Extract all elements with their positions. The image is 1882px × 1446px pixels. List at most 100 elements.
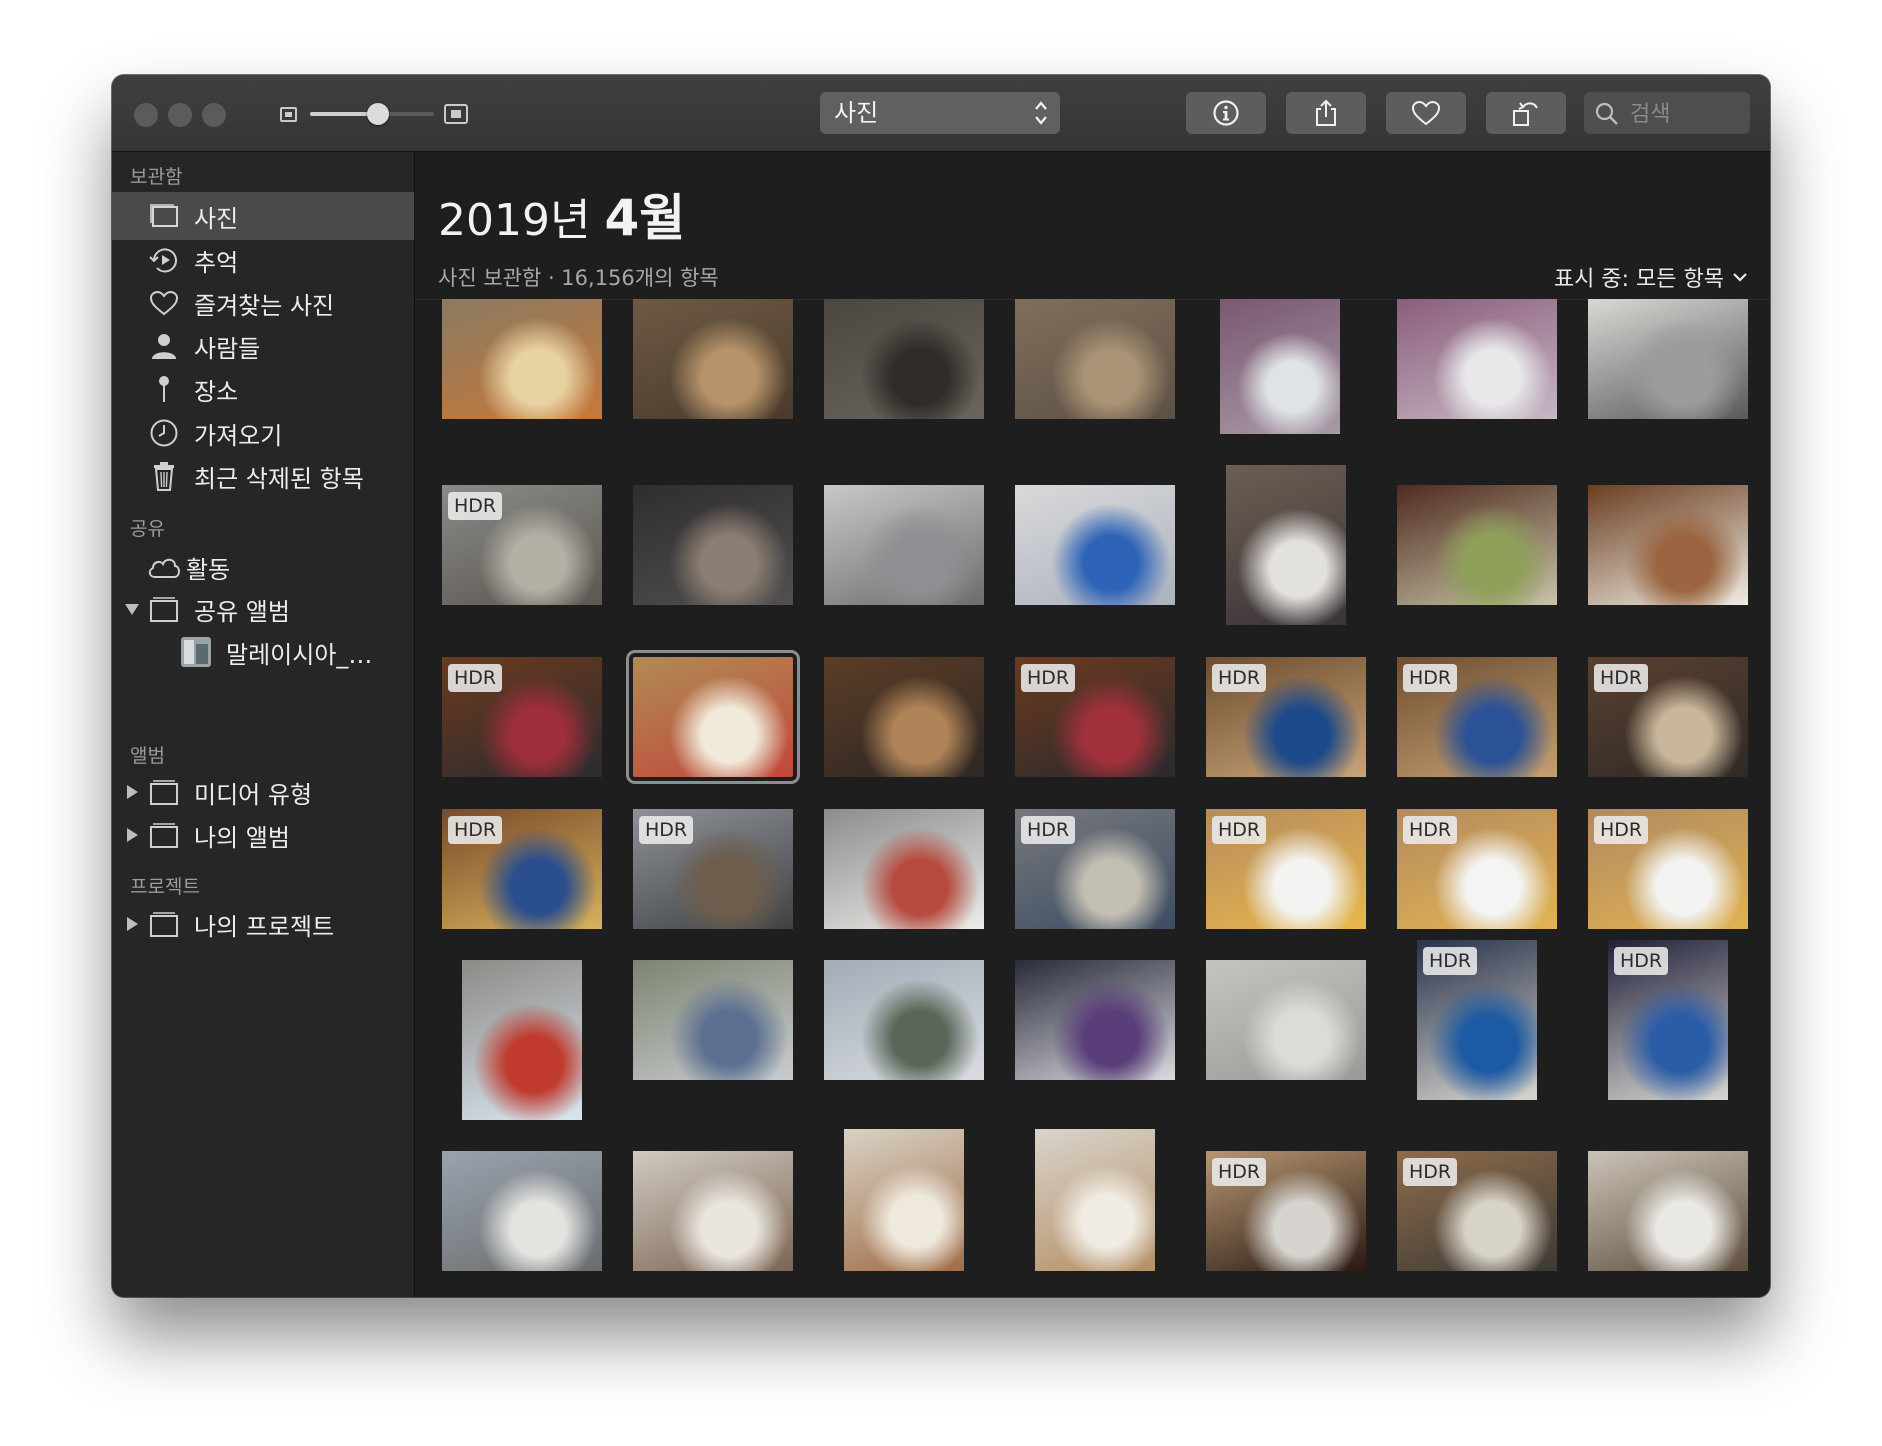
photo-thumbnail[interactable]: HDR bbox=[633, 809, 793, 929]
photo-thumbnail[interactable]: HDR bbox=[442, 809, 602, 929]
photo-thumbnail[interactable]: HDR bbox=[442, 485, 602, 605]
info-icon bbox=[1213, 100, 1239, 126]
photo-thumbnail[interactable] bbox=[1588, 299, 1748, 419]
trash-icon bbox=[146, 458, 182, 494]
rotate-icon bbox=[1513, 102, 1538, 126]
photo-thumbnail[interactable] bbox=[626, 650, 800, 784]
photo-thumbnail[interactable] bbox=[1015, 960, 1175, 1080]
zoom-in-icon[interactable] bbox=[444, 104, 468, 124]
photo-thumbnail[interactable] bbox=[633, 1151, 793, 1271]
sidebar-item-activity[interactable]: 활동 bbox=[112, 543, 414, 591]
info-button[interactable] bbox=[1186, 92, 1266, 134]
disclosure-expanded-icon[interactable] bbox=[122, 599, 142, 619]
photo-thumbnail[interactable]: HDR bbox=[1417, 940, 1537, 1100]
photo-thumbnail[interactable]: HDR bbox=[1397, 1151, 1557, 1271]
hdr-badge: HDR bbox=[1594, 664, 1649, 692]
photo-thumbnail[interactable]: HDR bbox=[1015, 809, 1175, 929]
showing-filter[interactable]: 표시 중: 모든 항목 bbox=[1554, 261, 1748, 293]
sidebar-item-my-projects[interactable]: 나의 프로젝트 bbox=[112, 900, 414, 948]
hdr-badge: HDR bbox=[1021, 664, 1076, 692]
photo-thumbnail[interactable] bbox=[1226, 465, 1346, 625]
sidebar-item-media-types[interactable]: 미디어 유형 bbox=[112, 768, 414, 816]
photo-thumbnail[interactable] bbox=[633, 485, 793, 605]
share-button[interactable] bbox=[1286, 92, 1366, 134]
sidebar-item-shared-albums[interactable]: 공유 앨범 bbox=[112, 585, 414, 633]
photo-thumbnail[interactable] bbox=[1397, 485, 1557, 605]
search-icon bbox=[1595, 102, 1618, 125]
sidebar-item-people[interactable]: 사람들 bbox=[112, 322, 414, 370]
hdr-badge: HDR bbox=[1212, 816, 1267, 844]
view-select[interactable]: 사진 bbox=[820, 92, 1060, 134]
search-input[interactable] bbox=[1628, 92, 1744, 136]
photo-thumbnail[interactable] bbox=[1015, 485, 1175, 605]
disclosure-collapsed-icon[interactable] bbox=[122, 914, 142, 934]
photo-thumbnail[interactable]: HDR bbox=[1588, 809, 1748, 929]
sidebar-item-favorites[interactable]: 즐겨찾는 사진 bbox=[112, 279, 414, 327]
disclosure-collapsed-icon[interactable] bbox=[122, 782, 142, 802]
hdr-badge: HDR bbox=[1423, 947, 1478, 975]
title-month: 4월 bbox=[604, 189, 686, 247]
photo-thumbnail[interactable] bbox=[1015, 299, 1175, 419]
photo-thumbnail[interactable]: HDR bbox=[1397, 657, 1557, 777]
photo-thumbnail[interactable] bbox=[462, 960, 582, 1120]
section-header-shared: 공유 bbox=[130, 518, 165, 540]
photo-thumbnail[interactable] bbox=[824, 485, 984, 605]
hdr-badge: HDR bbox=[448, 492, 503, 520]
photo-thumbnail[interactable] bbox=[1206, 960, 1366, 1080]
photo-thumbnail[interactable]: HDR bbox=[1206, 809, 1366, 929]
photo-thumbnail[interactable] bbox=[1397, 299, 1557, 419]
rotate-button[interactable] bbox=[1486, 92, 1566, 134]
photo-thumbnail[interactable] bbox=[633, 299, 793, 419]
photo-thumbnail[interactable] bbox=[844, 1129, 964, 1271]
sidebar-item-places[interactable]: 장소 bbox=[112, 365, 414, 413]
photo-thumbnail[interactable] bbox=[824, 299, 984, 419]
pin-icon bbox=[146, 371, 182, 407]
photo-thumbnail[interactable] bbox=[824, 657, 984, 777]
hdr-badge: HDR bbox=[448, 816, 503, 844]
sidebar-item-imports[interactable]: 가져오기 bbox=[112, 409, 414, 457]
photo-thumbnail[interactable]: HDR bbox=[1206, 657, 1366, 777]
zoom-slider-knob[interactable] bbox=[367, 103, 390, 125]
clock-icon bbox=[146, 415, 182, 451]
sidebar-item-shared-album-malaysia[interactable]: 말레이시아_… bbox=[112, 628, 414, 676]
toolbar: 사진 bbox=[112, 75, 1770, 152]
photo-thumbnail[interactable] bbox=[633, 960, 793, 1080]
album-icon bbox=[146, 906, 182, 942]
photo-thumbnail[interactable] bbox=[1035, 1129, 1155, 1271]
chevron-down-icon bbox=[1733, 273, 1747, 282]
favorite-button[interactable] bbox=[1386, 92, 1466, 134]
photo-thumbnail[interactable] bbox=[442, 299, 602, 419]
photo-thumbnail[interactable]: HDR bbox=[442, 657, 602, 777]
sidebar-item-memories[interactable]: 추억 bbox=[112, 236, 414, 284]
hdr-badge: HDR bbox=[1594, 816, 1649, 844]
photo-thumbnail[interactable]: HDR bbox=[1206, 1151, 1366, 1271]
sidebar-item-photos[interactable]: 사진 bbox=[112, 192, 414, 240]
photo-thumbnail[interactable] bbox=[824, 960, 984, 1080]
photo-thumbnail[interactable]: HDR bbox=[1015, 657, 1175, 777]
hdr-badge: HDR bbox=[639, 816, 694, 844]
hdr-badge: HDR bbox=[1403, 1158, 1458, 1186]
minimize-button[interactable] bbox=[168, 103, 192, 127]
hdr-badge: HDR bbox=[1212, 1158, 1267, 1186]
zoom-out-icon[interactable] bbox=[280, 107, 297, 122]
photo-thumbnail[interactable] bbox=[1588, 1151, 1748, 1271]
close-button[interactable] bbox=[134, 103, 158, 127]
photo-thumbnail[interactable]: HDR bbox=[1397, 809, 1557, 929]
search-field[interactable] bbox=[1584, 92, 1750, 136]
album-icon bbox=[146, 817, 182, 853]
page-title: 2019년 4월 bbox=[438, 178, 685, 250]
maximize-button[interactable] bbox=[202, 103, 226, 127]
sidebar-item-my-albums[interactable]: 나의 앨범 bbox=[112, 811, 414, 859]
photo-thumbnail[interactable]: HDR bbox=[1588, 657, 1748, 777]
photo-thumbnail[interactable] bbox=[1588, 485, 1748, 605]
zoom-slider[interactable] bbox=[310, 103, 434, 125]
photo-thumbnail[interactable] bbox=[1220, 299, 1340, 434]
hdr-badge: HDR bbox=[1021, 816, 1076, 844]
photo-thumbnail[interactable] bbox=[824, 809, 984, 929]
sidebar-item-recently-deleted[interactable]: 최근 삭제된 항목 bbox=[112, 452, 414, 500]
photo-library-view: 2019년 4월 사진 보관함 · 16,156개의 항목 표시 중: 모든 항… bbox=[415, 152, 1770, 1297]
disclosure-collapsed-icon[interactable] bbox=[122, 825, 142, 845]
photo-thumbnail[interactable] bbox=[442, 1151, 602, 1271]
heart-icon bbox=[1411, 100, 1441, 126]
photo-thumbnail[interactable]: HDR bbox=[1608, 940, 1728, 1100]
